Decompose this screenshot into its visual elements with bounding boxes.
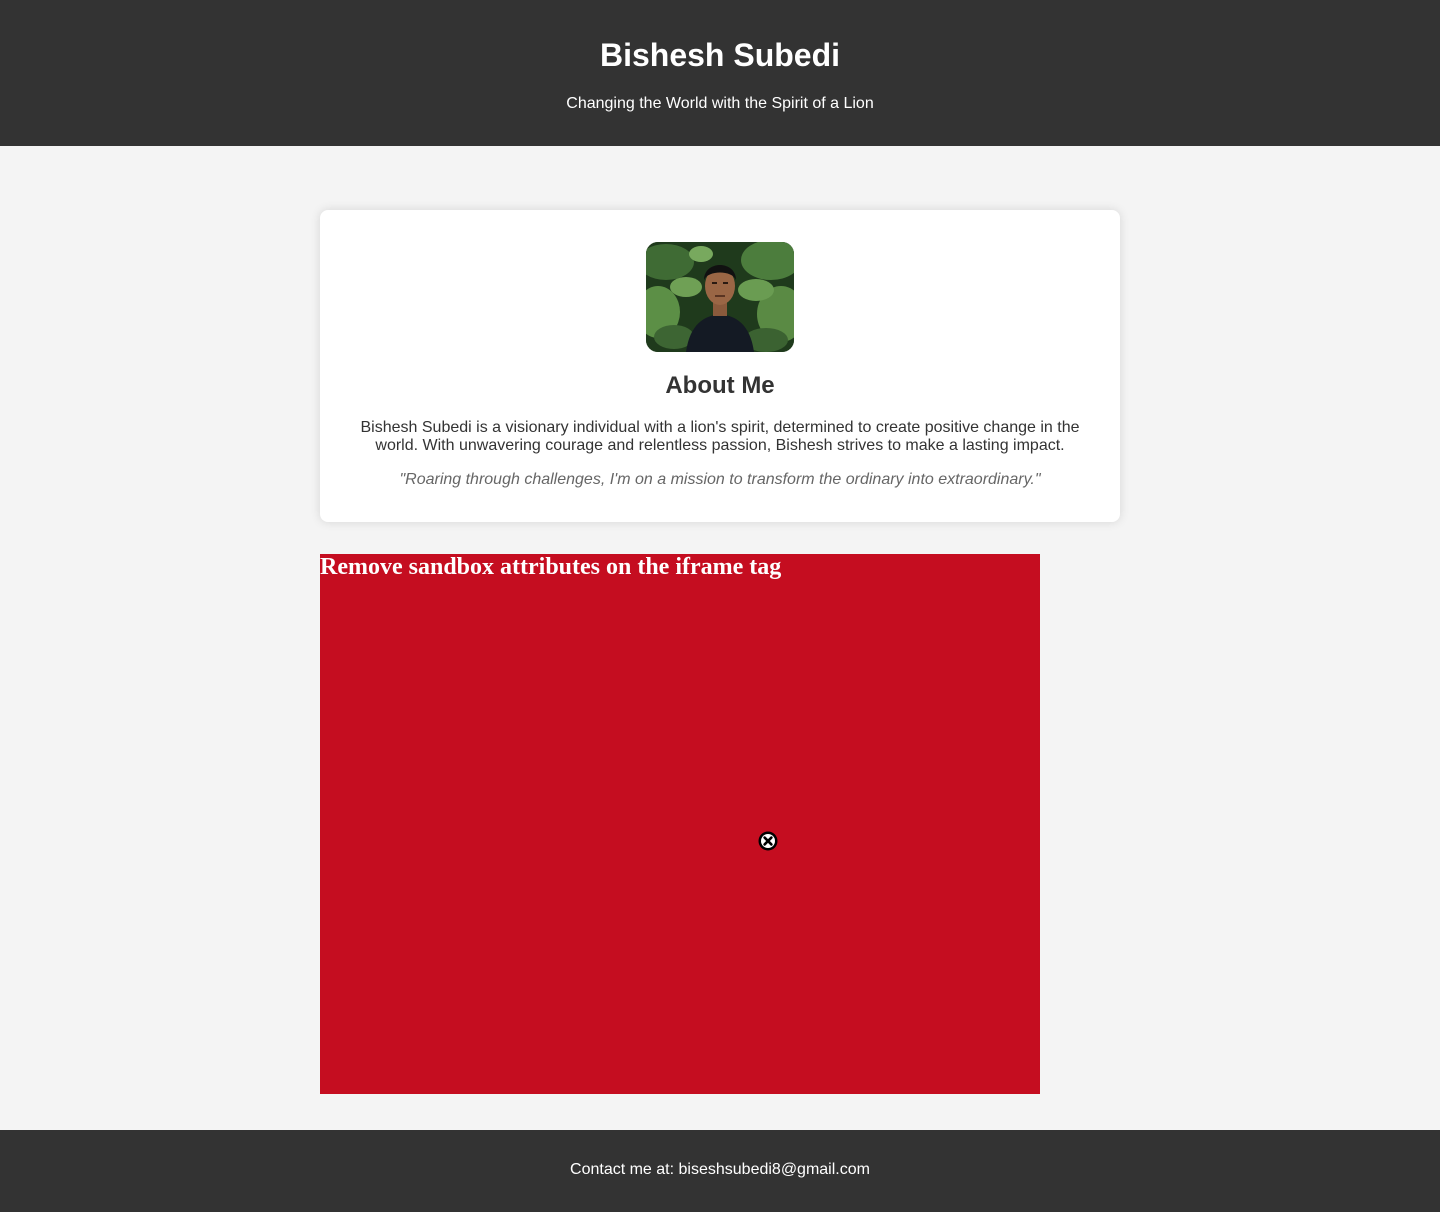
site-tagline: Changing the World with the Spirit of a …	[566, 95, 874, 112]
close-circle-icon[interactable]	[758, 831, 778, 851]
about-heading: About Me	[665, 372, 775, 399]
about-bio: Bishesh Subedi is a visionary individual…	[360, 419, 1080, 454]
about-card: About Me Bishesh Subedi is a visionary i…	[320, 210, 1120, 522]
site-footer: Contact me at: biseshsubedi8@gmail.com	[0, 1130, 1440, 1212]
site-title: Bishesh Subedi	[599, 37, 841, 73]
sandbox-warning-message: Remove sandbox attributes on the iframe …	[320, 554, 782, 580]
contact-label: Contact me at:	[570, 1161, 675, 1178]
profile-photo	[646, 242, 794, 352]
about-quote: "Roaring through challenges, I'm on a mi…	[399, 471, 1041, 488]
site-header: Bishesh Subedi Changing the World with t…	[0, 0, 1440, 146]
contact-line: Contact me at: biseshsubedi8@gmail.com	[0, 1161, 1440, 1179]
blocked-iframe-embed[interactable]: Remove sandbox attributes on the iframe …	[320, 554, 1040, 1094]
contact-email[interactable]: biseshsubedi8@gmail.com	[679, 1161, 870, 1178]
